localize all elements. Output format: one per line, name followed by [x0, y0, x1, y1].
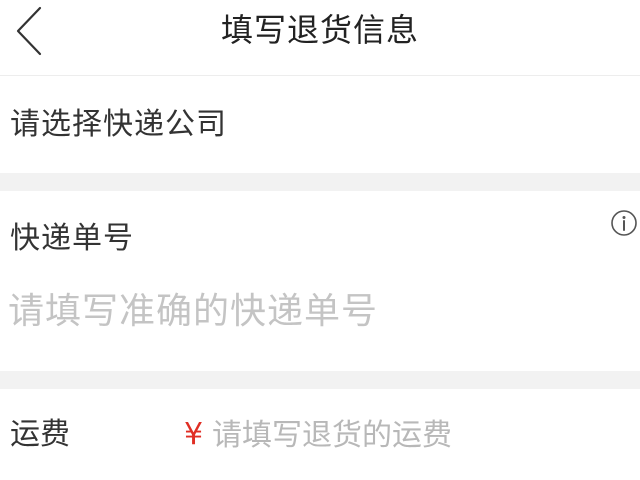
- nav-header: 填写退货信息: [0, 0, 640, 76]
- shipping-fee-row: 运费 ¥: [0, 389, 640, 480]
- shipping-fee-input[interactable]: [212, 413, 612, 457]
- tracking-number-input[interactable]: [8, 285, 608, 337]
- tracking-number-section: 快递单号: [0, 191, 640, 371]
- shipping-fee-label: 运费: [10, 417, 70, 452]
- courier-company-label: 请选择快递公司: [10, 107, 227, 142]
- currency-symbol: ¥: [184, 417, 204, 452]
- info-icon[interactable]: [610, 209, 638, 237]
- tracking-number-label: 快递单号: [10, 221, 134, 256]
- section-separator: [0, 173, 640, 191]
- section-separator: [0, 371, 640, 389]
- page-title: 填写退货信息: [220, 11, 419, 49]
- return-info-page: 填写退货信息 请选择快递公司 快递单号 运费 ¥: [0, 0, 640, 480]
- courier-company-selector[interactable]: 请选择快递公司: [0, 77, 640, 173]
